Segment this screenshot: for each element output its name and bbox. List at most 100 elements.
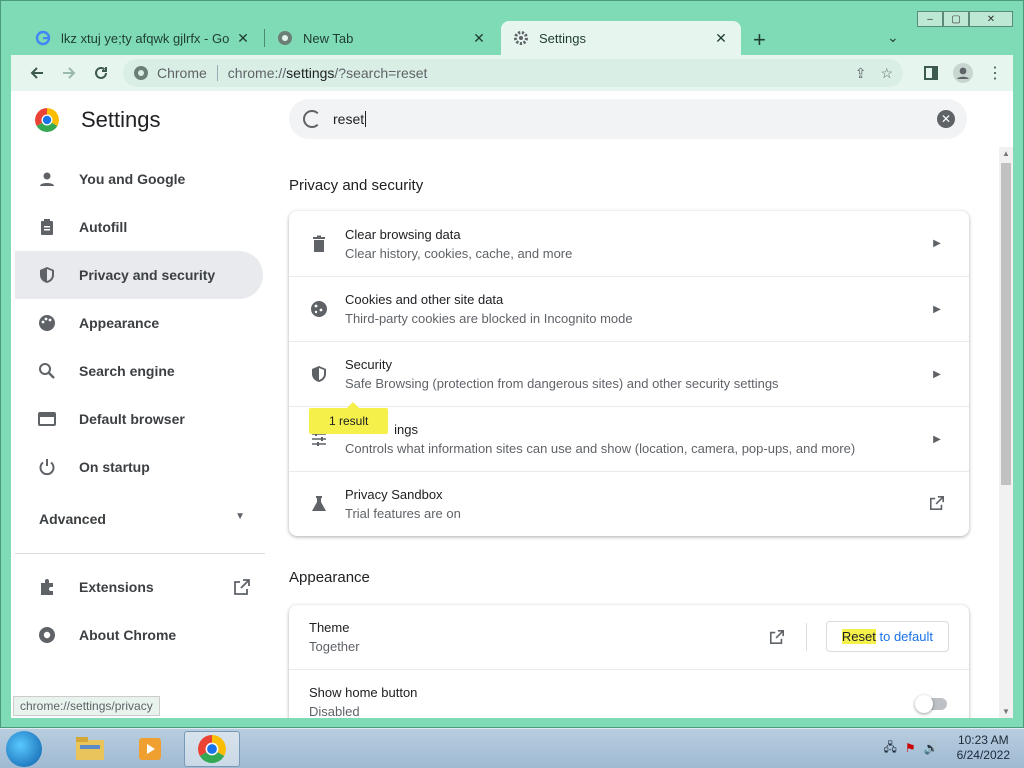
row-clear-browsing-data[interactable]: Clear browsing data Clear history, cooki… — [289, 211, 969, 276]
new-tab-button[interactable]: + — [753, 27, 766, 53]
address-bar[interactable]: Chrome chrome://settings/?search=reset ⇪… — [123, 59, 903, 87]
menu-button[interactable]: ⋮ — [979, 57, 1011, 89]
taskbar-media-player[interactable] — [122, 731, 178, 767]
sidebar-item-on-startup[interactable]: On startup — [15, 443, 263, 491]
url-text: chrome://settings/?search=reset — [228, 65, 428, 81]
trash-icon — [309, 235, 329, 253]
sidebar-item-search-engine[interactable]: Search engine — [15, 347, 263, 395]
settings-search[interactable]: reset ✕ — [289, 99, 967, 139]
row-title: Show home button — [309, 684, 418, 700]
sidebar-item-label: Autofill — [79, 219, 128, 235]
browser-window: – ▢ ✕ lkz xtuj ye;ty afqwk gjlrfx - Goog… — [0, 0, 1024, 728]
sidebar-item-extensions[interactable]: Extensions — [15, 563, 263, 611]
scroll-down-icon[interactable]: ▼ — [1002, 707, 1010, 716]
scroll-up-icon[interactable]: ▲ — [1002, 149, 1010, 158]
close-tab-icon[interactable]: ✕ — [471, 30, 487, 47]
taskbar-chrome[interactable] — [184, 731, 240, 767]
sidebar-item-you-and-google[interactable]: You and Google — [15, 155, 263, 203]
row-security[interactable]: Security Safe Browsing (protection from … — [289, 341, 969, 406]
share-icon[interactable]: ⇪ — [855, 65, 867, 82]
action-center-icon[interactable]: ⚑ — [905, 741, 916, 755]
sidebar-item-default-browser[interactable]: Default browser — [15, 395, 263, 443]
open-in-new-icon — [927, 495, 947, 514]
taskbar-explorer[interactable] — [62, 731, 118, 767]
row-site-settings[interactable]: Site Settings Controls what information … — [289, 406, 969, 471]
clear-search-icon[interactable]: ✕ — [937, 110, 955, 128]
reset-rest: to default — [875, 629, 934, 644]
chrome-icon — [37, 625, 57, 645]
close-tab-icon[interactable]: ✕ — [713, 30, 729, 47]
tab-settings[interactable]: Settings ✕ — [501, 21, 741, 55]
volume-icon[interactable]: 🔊 — [924, 741, 939, 755]
row-title-visible: ings — [394, 422, 418, 437]
row-title: Privacy Sandbox — [345, 487, 443, 502]
arrow-right-icon — [63, 67, 76, 79]
sidebar-item-privacy-and-security[interactable]: Privacy and security — [15, 251, 263, 299]
scrollbar-thumb[interactable] — [1001, 163, 1011, 485]
start-button[interactable] — [6, 731, 42, 767]
reset-theme-button[interactable]: Reset to default — [825, 621, 949, 652]
settings-header: Settings — [35, 107, 161, 133]
sidebar-item-autofill[interactable]: Autofill — [15, 203, 263, 251]
sidebar-item-about-chrome[interactable]: About Chrome — [15, 611, 263, 659]
system-tray: 🖧 ⚑ 🔊 10:23 AM 6/24/2022 — [884, 733, 1011, 763]
toolbar: Chrome chrome://settings/?search=reset ⇪… — [11, 55, 1013, 91]
sidebar-item-label: Privacy and security — [79, 267, 216, 283]
media-player-icon — [139, 738, 161, 760]
shield-icon — [37, 265, 57, 285]
row-privacy-sandbox[interactable]: Privacy Sandbox Trial features are on — [289, 471, 969, 536]
arrow-left-icon — [30, 67, 43, 79]
caret-down-icon: ▼ — [235, 511, 245, 522]
row-subtitle: Third-party cookies are blocked in Incog… — [345, 311, 633, 326]
close-tab-icon[interactable]: ✕ — [235, 30, 251, 47]
tab-new-tab[interactable]: New Tab ✕ — [265, 21, 499, 55]
row-subtitle: Trial features are on — [345, 506, 461, 521]
site-chip[interactable]: Chrome — [133, 65, 207, 81]
tab-google[interactable]: lkz xtuj ye;ty afqwk gjlrfx - Google ✕ — [23, 21, 263, 55]
tab-title: Settings — [539, 30, 586, 46]
network-icon[interactable]: 🖧 — [884, 738, 897, 759]
palette-icon — [37, 313, 57, 333]
sidebar-item-label: About Chrome — [79, 627, 177, 643]
clock[interactable]: 10:23 AM 6/24/2022 — [957, 733, 1010, 763]
search-input[interactable]: reset — [333, 111, 364, 127]
row-theme[interactable]: Theme Together Reset to default — [289, 605, 969, 669]
side-panel-button[interactable] — [915, 57, 947, 89]
settings-page: Settings You and Google Autofill Privacy… — [11, 91, 1013, 718]
chrome-icon — [198, 735, 226, 763]
chrome-icon — [134, 66, 148, 80]
person-icon — [37, 169, 57, 189]
row-subtitle: Safe Browsing (protection from dangerous… — [345, 376, 779, 391]
browser-icon — [37, 409, 57, 429]
sidebar-item-appearance[interactable]: Appearance — [15, 299, 263, 347]
advanced-label: Advanced — [39, 511, 106, 527]
sidebar-item-label: Extensions — [79, 579, 154, 595]
page-scrollbar[interactable]: ▲ ▼ — [999, 147, 1013, 718]
clock-time: 10:23 AM — [957, 733, 1009, 747]
tab-search-button[interactable]: ⌄ — [887, 29, 899, 46]
row-show-home-button[interactable]: Show home button Disabled — [289, 669, 969, 718]
bookmark-star-icon[interactable]: ☆ — [880, 65, 893, 82]
reload-button[interactable] — [85, 57, 117, 89]
appearance-card: Theme Together Reset to default Show hom… — [289, 605, 969, 718]
chrome-logo-icon — [35, 108, 59, 132]
open-in-new-icon[interactable] — [769, 629, 785, 645]
back-button[interactable] — [21, 57, 53, 89]
google-icon — [35, 30, 51, 46]
home-button-toggle[interactable] — [915, 695, 947, 713]
profile-button[interactable] — [947, 57, 979, 89]
sidebar-item-label: You and Google — [79, 171, 186, 187]
clock-date: 6/24/2022 — [956, 748, 1010, 762]
reload-icon — [95, 66, 107, 79]
open-in-new-icon — [234, 579, 250, 595]
sidebar-item-label: Default browser — [79, 411, 185, 427]
avatar-icon — [953, 63, 973, 83]
section-title-appearance: Appearance — [289, 569, 370, 586]
row-title: Site Settings — [345, 422, 927, 437]
row-cookies[interactable]: Cookies and other site data Third-party … — [289, 276, 969, 341]
flask-icon — [309, 495, 329, 513]
site-label: Chrome — [157, 65, 207, 81]
row-subtitle: Clear history, cookies, cache, and more — [345, 245, 573, 261]
forward-button[interactable] — [53, 57, 85, 89]
sidebar-advanced-toggle[interactable]: Advanced ▼ — [39, 511, 245, 527]
